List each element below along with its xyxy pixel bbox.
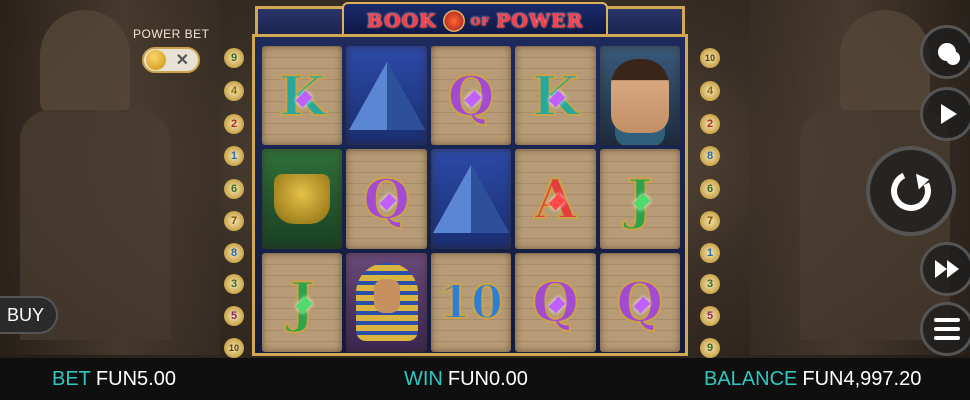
explorer-portrait-icon xyxy=(610,58,669,133)
spin-icon xyxy=(885,165,937,217)
buy-button-label: BUY xyxy=(6,304,44,325)
symbol-cell: Q xyxy=(515,252,596,352)
power-bet-toggle[interactable]: ✕ xyxy=(142,47,200,73)
logo-word-of: OF xyxy=(470,14,490,28)
pyramid-icon xyxy=(433,164,510,233)
turbo-button[interactable] xyxy=(920,242,970,296)
payline-marker-right: 5 xyxy=(700,306,720,326)
reel-2: Q xyxy=(346,46,427,352)
symbol-cell: K xyxy=(515,46,596,146)
play-icon xyxy=(941,104,957,124)
payline-marker-left: 10 xyxy=(224,338,244,358)
spin-button[interactable] xyxy=(866,146,956,236)
logo-word-power: POWER xyxy=(495,10,584,32)
symbol-cell: 10 xyxy=(430,252,512,352)
symbol-cell xyxy=(346,46,427,146)
fast-forward-icon xyxy=(935,260,959,278)
symbol-cell xyxy=(599,46,681,146)
balance-label: BALANCE xyxy=(704,368,798,390)
symbol-cell: J xyxy=(262,252,343,352)
menu-button[interactable] xyxy=(920,302,970,356)
payline-marker-right: 6 xyxy=(700,179,720,199)
payline-marker-right: 1 xyxy=(700,243,720,263)
payline-marker-left: 4 xyxy=(224,81,244,101)
bet-value: FUN5.00 xyxy=(95,368,176,390)
symbol-10: 10 xyxy=(438,275,504,330)
logo-word-book: BOOK xyxy=(366,10,437,32)
balance-display: BALANCE FUN4,997.20 xyxy=(704,368,921,391)
symbol-cell xyxy=(262,149,343,249)
status-bar: BET FUN5.00 WIN FUN0.00 BALANCE FUN4,997.20 xyxy=(0,358,970,400)
buy-feature-button[interactable]: BUY xyxy=(0,296,58,334)
symbol-cell: A xyxy=(515,149,596,249)
close-icon: ✕ xyxy=(175,52,189,69)
symbol-cell xyxy=(430,149,512,249)
payline-marker-left: 7 xyxy=(224,211,244,231)
golden-urn-icon xyxy=(274,173,331,224)
autoplay-button[interactable] xyxy=(920,87,970,141)
symbol-cell: Q xyxy=(599,252,681,352)
payline-marker-left: 9 xyxy=(224,48,244,68)
payline-marker-left: 6 xyxy=(224,179,244,199)
payline-marker-right: 7 xyxy=(700,211,720,231)
payline-marker-right: 4 xyxy=(700,81,720,101)
bet-display[interactable]: BET FUN5.00 xyxy=(52,368,176,391)
symbol-cell xyxy=(346,252,427,352)
symbol-cell: Q xyxy=(346,149,427,249)
win-display: WIN FUN0.00 xyxy=(404,368,528,391)
win-value: FUN0.00 xyxy=(447,368,528,390)
win-label: WIN xyxy=(404,368,443,390)
payline-marker-left: 2 xyxy=(224,114,244,134)
payline-marker-left: 3 xyxy=(224,274,244,294)
payline-marker-right: 3 xyxy=(700,274,720,294)
pharaoh-icon xyxy=(355,263,418,342)
payline-marker-right: 8 xyxy=(700,146,720,166)
payline-marker-right: 10 xyxy=(700,48,720,68)
payline-marker-left: 1 xyxy=(224,146,244,166)
balance-value: FUN4,997.20 xyxy=(802,368,922,390)
scarab-icon xyxy=(442,10,465,32)
payline-marker-right: 9 xyxy=(700,338,720,358)
symbol-cell: Q xyxy=(430,46,512,146)
hamburger-menu-icon xyxy=(934,318,960,340)
payline-marker-left: 8 xyxy=(224,243,244,263)
bet-settings-button[interactable] xyxy=(920,25,970,79)
coins-icon xyxy=(938,43,956,61)
reel-1: K J xyxy=(262,46,343,352)
reel-grid: K J Q Q 10 xyxy=(262,46,681,352)
reel-5: J Q xyxy=(599,46,681,352)
payline-marker-left: 5 xyxy=(224,306,244,326)
reel-4: K A Q xyxy=(515,46,596,352)
bet-label: BET xyxy=(52,368,91,390)
pyramid-icon xyxy=(348,61,425,130)
power-bet-label: POWER BET xyxy=(133,27,210,41)
reel-3: Q 10 xyxy=(430,46,512,352)
payline-marker-right: 2 xyxy=(700,114,720,134)
symbol-cell: K xyxy=(262,46,343,146)
symbol-cell: J xyxy=(599,149,681,249)
toggle-knob-icon xyxy=(146,50,166,70)
